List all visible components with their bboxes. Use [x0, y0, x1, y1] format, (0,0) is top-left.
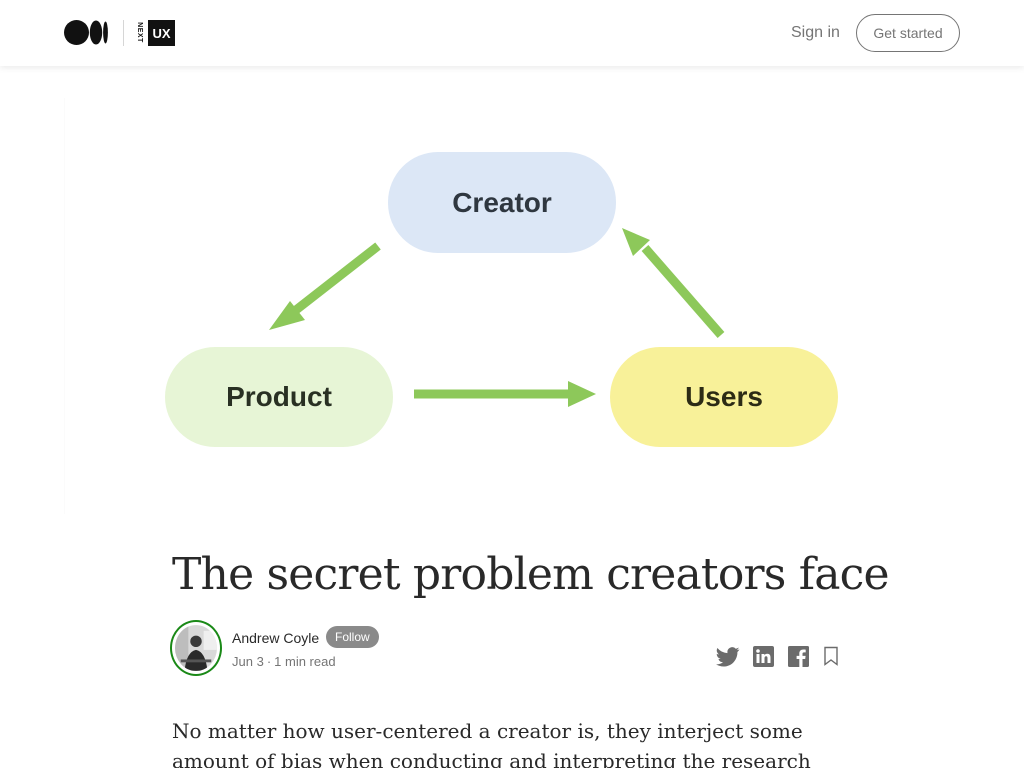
bookmark-icon[interactable] [823, 646, 839, 667]
arrow-product-to-users [414, 381, 596, 407]
creator-node: Creator [388, 152, 616, 253]
author-avatar[interactable] [170, 620, 222, 676]
publish-date: Jun 3 [232, 654, 264, 669]
article-title: The secret problem creators face [172, 549, 890, 600]
meta-separator: · [266, 654, 272, 669]
author-name[interactable]: Andrew Coyle [232, 630, 319, 646]
users-node: Users [610, 347, 838, 447]
get-started-button[interactable]: Get started [856, 14, 960, 52]
publication-logo-text: UX [148, 20, 175, 46]
read-time: 1 min read [274, 654, 336, 669]
facebook-icon[interactable] [788, 646, 809, 667]
article-body-paragraph: No matter how user-centered a creator is… [172, 719, 811, 768]
arrow-users-to-creator [622, 228, 725, 338]
follow-button[interactable]: Follow [326, 626, 379, 648]
linkedin-icon[interactable] [753, 646, 774, 667]
publication-logo[interactable]: NEXT UX [135, 20, 175, 46]
arrow-creator-to-product [269, 242, 381, 330]
twitter-icon[interactable] [716, 646, 740, 668]
avatar-photo [175, 625, 217, 671]
article-meta: Jun 3 · 1 min read [232, 654, 336, 669]
top-navigation-bar: NEXT UX Sign in Get started [0, 0, 1024, 66]
hero-diagram: Creator Product Users [64, 98, 960, 514]
logo-divider [123, 20, 124, 46]
medium-logo[interactable] [64, 20, 108, 45]
sign-in-link[interactable]: Sign in [791, 24, 840, 42]
product-node: Product [165, 347, 393, 447]
publication-logo-small-text: NEXT [135, 22, 143, 43]
